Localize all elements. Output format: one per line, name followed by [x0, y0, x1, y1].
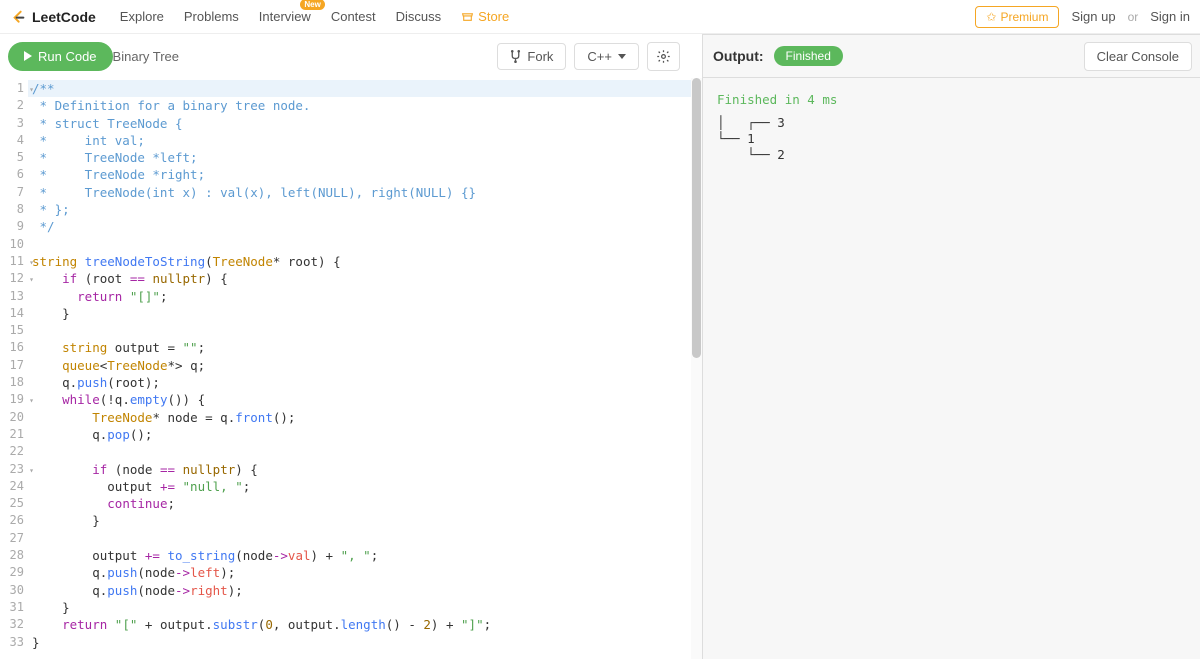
signup-link[interactable]: Sign up — [1071, 9, 1115, 24]
output-console: Finished in 4 ms │ ┌── 3 └── 1 └── 2 — [702, 78, 1200, 659]
editor-toolbar: Run Code Binary Tree Fork C++ — [0, 34, 702, 78]
playground-title: Binary Tree — [113, 49, 179, 64]
status-badge: Finished — [774, 46, 843, 66]
logo[interactable]: LeetCode — [10, 9, 96, 25]
nav-store[interactable]: Store — [461, 9, 509, 24]
main-split: 1234567891011121314151617181920212223242… — [0, 78, 1200, 659]
code-editor[interactable]: 1234567891011121314151617181920212223242… — [0, 78, 702, 659]
nav-right: ✩ Premium Sign up or Sign in — [975, 6, 1190, 28]
output-status-line: Finished in 4 ms — [717, 92, 1186, 107]
output-header: Output: Finished Clear Console — [702, 34, 1200, 78]
run-button[interactable]: Run Code — [8, 42, 113, 71]
language-select[interactable]: C++ — [574, 43, 639, 70]
nav-explore[interactable]: Explore — [120, 9, 164, 24]
store-icon — [461, 10, 474, 23]
nav-contest[interactable]: Contest — [331, 9, 376, 24]
or-text: or — [1128, 10, 1139, 24]
signin-link[interactable]: Sign in — [1150, 9, 1190, 24]
new-badge: New — [300, 0, 324, 10]
nav-interview[interactable]: Interview New — [259, 9, 311, 24]
line-gutter: 1234567891011121314151617181920212223242… — [0, 78, 28, 659]
editor-scrollbar[interactable] — [691, 78, 702, 659]
leetcode-icon — [10, 9, 26, 25]
clear-console-button[interactable]: Clear Console — [1084, 42, 1192, 71]
star-icon: ✩ — [986, 10, 996, 24]
play-icon — [24, 51, 32, 61]
toolbar-right-group: Fork C++ — [497, 42, 680, 71]
nav-discuss[interactable]: Discuss — [396, 9, 442, 24]
top-nav: LeetCode Explore Problems Interview New … — [0, 0, 1200, 34]
premium-button[interactable]: ✩ Premium — [975, 6, 1059, 28]
brand-name: LeetCode — [32, 9, 96, 25]
code-content[interactable]: /** * Definition for a binary tree node.… — [28, 78, 702, 659]
scrollbar-thumb[interactable] — [692, 78, 701, 358]
output-tree: │ ┌── 3 └── 1 └── 2 — [717, 115, 1186, 163]
chevron-down-icon — [618, 54, 626, 59]
fork-button[interactable]: Fork — [497, 43, 566, 70]
settings-button[interactable] — [647, 42, 680, 71]
gear-icon — [656, 49, 671, 64]
toolbar-row: Run Code Binary Tree Fork C++ Output: Fi… — [0, 34, 1200, 78]
fork-icon — [510, 50, 521, 63]
output-label: Output: — [713, 48, 764, 64]
nav-problems[interactable]: Problems — [184, 9, 239, 24]
